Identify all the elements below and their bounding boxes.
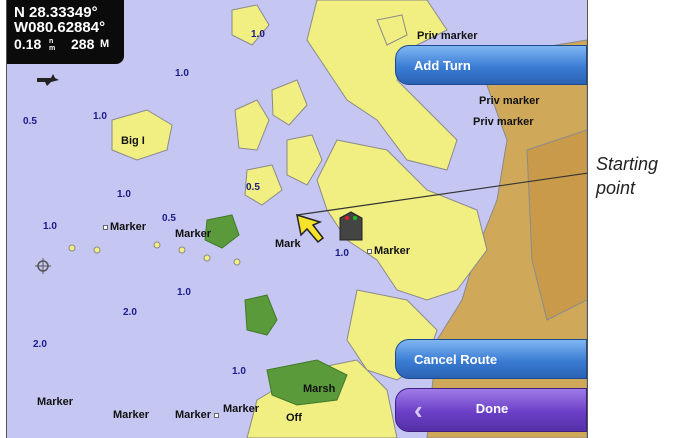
depth-sounding: 0.5 <box>246 182 260 193</box>
marsh-b <box>244 294 278 336</box>
label-marker-1: Marker <box>103 221 146 233</box>
island-c <box>286 134 323 186</box>
depth-sounding: 1.0 <box>177 287 191 298</box>
done-button[interactable]: ‹ Done <box>395 388 587 432</box>
depth-sounding: 1.0 <box>43 221 57 232</box>
depth-sounding: 2.0 <box>123 307 137 318</box>
islet-1 <box>68 244 76 252</box>
depth-sounding: 0.5 <box>23 116 37 127</box>
label-marker-3: Mark <box>275 238 301 250</box>
heading: 288 <box>71 36 95 52</box>
depth-sounding: 1.0 <box>117 189 131 200</box>
depth-sounding: 1.0 <box>335 248 349 259</box>
islet-5 <box>203 254 211 262</box>
depth-sounding: 2.0 <box>33 339 47 350</box>
done-label: Done <box>475 401 509 416</box>
label-marker-4: Marker <box>367 245 410 257</box>
cancel-route-label: Cancel Route <box>414 352 498 367</box>
islet-4 <box>178 246 186 254</box>
label-marker-8: Marker <box>223 403 260 415</box>
depth-sounding: 1.0 <box>251 29 265 40</box>
add-turn-label: Add Turn <box>414 58 471 73</box>
distance-unit: n m <box>49 38 56 52</box>
crosshair-icon[interactable] <box>35 258 51 274</box>
island-a <box>234 99 270 151</box>
boat-icon <box>339 211 363 241</box>
callout-line-2: point <box>596 178 636 198</box>
label-off: Off <box>286 412 302 424</box>
label-priv-marker-3: Priv marker <box>473 116 534 128</box>
islet-3 <box>153 241 161 249</box>
callout-line-1: Starting <box>596 154 659 174</box>
heading-unit: M <box>100 38 110 50</box>
label-marker-2: Marker <box>175 228 212 240</box>
islet-6 <box>233 258 241 266</box>
island-b <box>271 79 308 126</box>
label-big-i: Big I <box>121 135 145 147</box>
distance: 0.18 <box>14 36 42 52</box>
plane-icon <box>37 74 59 86</box>
add-turn-button[interactable]: Add Turn <box>395 45 587 85</box>
label-marker-5: Marker <box>37 396 74 408</box>
depth-sounding: 0.5 <box>162 213 176 224</box>
longitude: W080.62884° <box>14 19 106 36</box>
cancel-route-button[interactable]: Cancel Route <box>395 339 587 379</box>
starting-point-callout: Starting point <box>596 152 658 200</box>
label-marker-7: Marker <box>175 409 221 421</box>
label-priv-marker-1: Priv marker <box>417 30 478 42</box>
label-priv-marker-2: Priv marker <box>479 95 540 107</box>
label-marsh: Marsh <box>303 383 336 395</box>
label-marker-6: Marker <box>113 409 150 421</box>
islet-2 <box>93 246 101 254</box>
depth-sounding: 1.0 <box>93 111 107 122</box>
chart-map[interactable]: Big I Marsh Priv marker Priv marker Priv… <box>6 0 588 438</box>
depth-sounding: 1.0 <box>175 68 189 79</box>
gps-readout: N 28.33349° W080.62884° 0.18 n m 288 M <box>7 0 124 64</box>
depth-sounding: 1.0 <box>232 366 246 377</box>
